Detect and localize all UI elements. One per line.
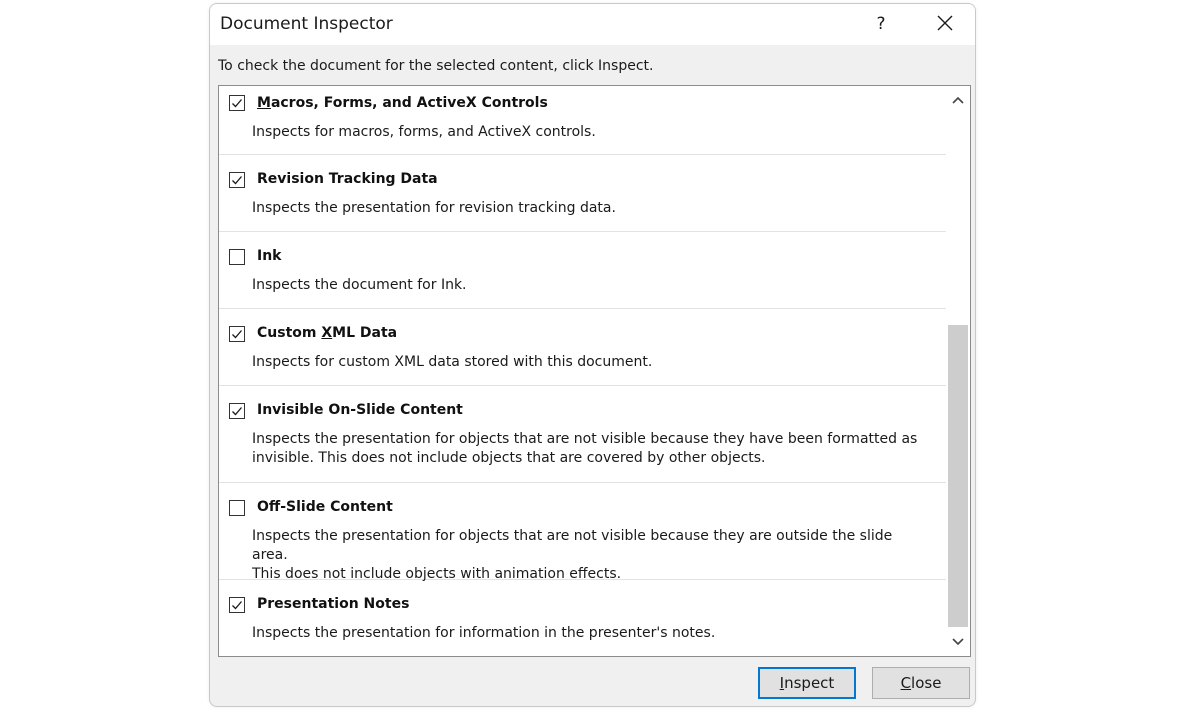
- invisible-content-checkbox[interactable]: [229, 403, 245, 419]
- dialog-title: Document Inspector: [220, 14, 393, 34]
- revision-tracking-checkbox[interactable]: [229, 172, 245, 188]
- chevron-up-icon: [952, 96, 964, 104]
- instruction-text: To check the document for the selected c…: [218, 58, 654, 74]
- item-description: Inspects the presentation for informatio…: [252, 625, 716, 641]
- item-title: Ink: [257, 248, 282, 264]
- list-item-off-slide-content: Off-Slide Content Inspects the presentat…: [219, 483, 946, 582]
- ink-checkbox[interactable]: [229, 249, 245, 265]
- title-bar: Document Inspector ?: [210, 4, 975, 45]
- off-slide-content-checkbox[interactable]: [229, 500, 245, 516]
- item-description: Inspects the presentation for revision t…: [252, 200, 616, 216]
- close-icon: [937, 15, 953, 31]
- item-title: Invisible On-Slide Content: [257, 402, 463, 418]
- scroll-down-button[interactable]: [946, 631, 970, 655]
- scroll-thumb[interactable]: [948, 325, 968, 627]
- macros-checkbox[interactable]: [229, 95, 245, 111]
- item-description: Inspects the presentation for objects th…: [252, 528, 893, 582]
- items-container: Macros, Forms, and ActiveX Controls Insp…: [219, 86, 946, 656]
- close-button[interactable]: Close: [872, 667, 970, 699]
- item-title: Off-Slide Content: [257, 499, 393, 515]
- document-inspector-dialog: Document Inspector ? To check the docume…: [209, 3, 976, 707]
- inspection-items-list: Macros, Forms, and ActiveX Controls Insp…: [218, 85, 971, 657]
- item-description: Inspects for custom XML data stored with…: [252, 354, 653, 370]
- item-description: Inspects the presentation for objects th…: [252, 431, 918, 466]
- presentation-notes-checkbox[interactable]: [229, 597, 245, 613]
- list-item-invisible-content: Invisible On-Slide Content Inspects the …: [219, 386, 946, 483]
- list-item-ink: Ink Inspects the document for Ink.: [219, 232, 946, 309]
- item-title: Macros, Forms, and ActiveX Controls: [257, 95, 548, 111]
- vertical-scrollbar[interactable]: [946, 86, 970, 656]
- help-button[interactable]: ?: [870, 12, 892, 36]
- list-item-custom-xml: Custom XML Data Inspects for custom XML …: [219, 309, 946, 386]
- checkmark-icon: [232, 407, 242, 416]
- list-item-presentation-notes: Presentation Notes Inspects the presenta…: [219, 580, 946, 656]
- list-item-macros: Macros, Forms, and ActiveX Controls Insp…: [219, 86, 946, 155]
- item-title: Custom XML Data: [257, 325, 398, 341]
- inspect-button[interactable]: Inspect: [758, 667, 856, 699]
- checkmark-icon: [232, 330, 242, 339]
- item-title: Presentation Notes: [257, 596, 410, 612]
- close-window-button[interactable]: [930, 12, 960, 36]
- checkmark-icon: [232, 99, 242, 108]
- checkmark-icon: [232, 176, 242, 185]
- item-title: Revision Tracking Data: [257, 171, 438, 187]
- item-description: Inspects for macros, forms, and ActiveX …: [252, 124, 596, 140]
- list-item-revision-tracking: Revision Tracking Data Inspects the pres…: [219, 155, 946, 232]
- scroll-up-button[interactable]: [946, 89, 970, 113]
- checkmark-icon: [232, 601, 242, 610]
- item-description: Inspects the document for Ink.: [252, 277, 467, 293]
- custom-xml-checkbox[interactable]: [229, 326, 245, 342]
- chevron-down-icon: [952, 638, 964, 646]
